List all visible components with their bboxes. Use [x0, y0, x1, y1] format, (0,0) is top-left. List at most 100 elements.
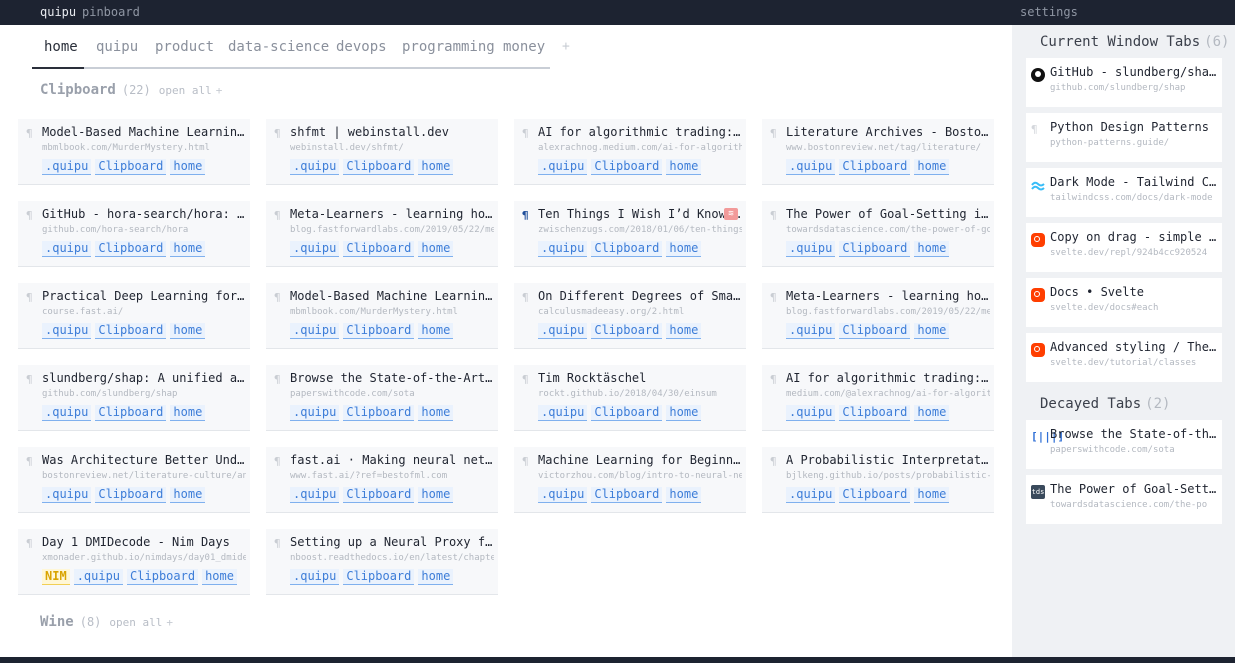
- tag-chip[interactable]: Clipboard: [591, 405, 663, 421]
- tag-chip[interactable]: .quipu: [290, 487, 340, 503]
- tag-chip[interactable]: home: [666, 405, 702, 421]
- tag-chip[interactable]: Clipboard: [839, 323, 911, 339]
- tab-card-title[interactable]: Python Design Patterns: [1050, 120, 1218, 134]
- card-title[interactable]: Literature Archives - Boston Review: [786, 125, 990, 139]
- bookmark-card[interactable]: ¶ The Power of Goal-Setting in Data Scien…: [762, 201, 994, 267]
- tab-data-science[interactable]: data-science: [228, 39, 329, 55]
- tag-chip[interactable]: Clipboard: [591, 323, 663, 339]
- tab-card-title[interactable]: Docs • Svelte: [1050, 285, 1218, 299]
- app-brand[interactable]: quipu: [40, 5, 76, 19]
- tag-chip[interactable]: .quipu: [290, 569, 340, 585]
- tag-chip[interactable]: home: [914, 323, 950, 339]
- card-title[interactable]: Model-Based Machine Learning (Early acce…: [290, 289, 494, 303]
- card-title[interactable]: slundberg/shap: A unified approach to ex…: [42, 371, 246, 385]
- add-tab-button[interactable]: +: [562, 39, 570, 54]
- tag-chip[interactable]: .quipu: [538, 159, 588, 175]
- bookmark-card[interactable]: ¶ AI for algorithmic trading: 7 mistakes m…: [762, 365, 994, 431]
- tag-chip[interactable]: home: [914, 487, 950, 503]
- bookmark-card[interactable]: ¶ Was Architecture Better Under Socialism…: [18, 447, 250, 513]
- tab-card[interactable]: Docs • Svelte svelte.dev/docs#each: [1026, 278, 1222, 327]
- tag-chip[interactable]: Clipboard: [95, 323, 167, 339]
- card-title[interactable]: Meta-Learners - learning how to learn: [786, 289, 990, 303]
- bookmark-card[interactable]: ¶ Literature Archives - Boston Review www.…: [762, 119, 994, 185]
- tag-chip[interactable]: home: [914, 159, 950, 175]
- tag-chip[interactable]: .quipu: [42, 241, 92, 257]
- bookmark-card[interactable]: ¶ Setting up a Neural Proxy for Elasticse…: [266, 529, 498, 595]
- tag-chip[interactable]: home: [418, 405, 454, 421]
- tag-chip[interactable]: Clipboard: [839, 159, 911, 175]
- settings-link[interactable]: settings: [1020, 5, 1078, 19]
- bookmark-card[interactable]: ¶ On Different Degrees of Smallness calcul…: [514, 283, 746, 349]
- bookmark-card[interactable]: ¶ GitHub - hora-search/hora: 🚀 efficient g…: [18, 201, 250, 267]
- bookmark-card[interactable]: ¶ Tim Rocktäschel rockt.github.io/2018/04/…: [514, 365, 746, 431]
- tag-chip[interactable]: .quipu: [786, 241, 836, 257]
- tag-chip[interactable]: home: [418, 323, 454, 339]
- card-title[interactable]: shfmt | webinstall.dev: [290, 125, 494, 139]
- card-title[interactable]: fast.ai · Making neural nets uncool agai…: [290, 453, 494, 467]
- tab-card[interactable]: Advanced styling / The class svelte.dev/t…: [1026, 333, 1222, 382]
- bookmark-card[interactable]: ¶ A Probabilistic Interpretation of Regul…: [762, 447, 994, 513]
- card-title[interactable]: On Different Degrees of Smallness: [538, 289, 742, 303]
- tag-chip[interactable]: home: [914, 405, 950, 421]
- bookmark-card[interactable]: ¶ fast.ai · Making neural nets uncool aga…: [266, 447, 498, 513]
- bookmark-card[interactable]: ¶ shfmt | webinstall.dev webinstall.dev/sh…: [266, 119, 498, 185]
- tag-chip[interactable]: Clipboard: [95, 405, 167, 421]
- bookmark-card[interactable]: ¶ Meta-Learners - learning how to learn bl…: [762, 283, 994, 349]
- tag-chip[interactable]: Clipboard: [127, 569, 199, 585]
- bookmark-card[interactable]: ¶ Browse the State-of-the-Art in Machine …: [266, 365, 498, 431]
- bookmark-card[interactable]: ¶ Meta-Learners - learning how to learn bl…: [266, 201, 498, 267]
- tab-product[interactable]: product: [155, 39, 214, 55]
- tab-card[interactable]: [|||]Browse the State-of-the-Art paperswi…: [1026, 420, 1222, 469]
- tag-chip[interactable]: Clipboard: [591, 241, 663, 257]
- tab-card-title[interactable]: Dark Mode - Tailwind CSS: [1050, 175, 1218, 189]
- tag-chip[interactable]: .quipu: [42, 487, 92, 503]
- bookmark-card[interactable]: ¶ AI for algorithmic trading: 7 mistakes a…: [514, 119, 746, 185]
- card-title[interactable]: AI for algorithmic trading: 7 mistakes: [538, 125, 742, 139]
- open-all-button[interactable]: open all: [109, 616, 162, 629]
- tag-chip[interactable]: NIM: [42, 569, 70, 585]
- tab-card-title[interactable]: Copy on drag - simple and easy: [1050, 230, 1218, 244]
- tag-chip[interactable]: home: [666, 159, 702, 175]
- tag-chip[interactable]: home: [418, 569, 454, 585]
- tag-chip[interactable]: home: [418, 159, 454, 175]
- tab-quipu[interactable]: quipu: [96, 39, 138, 55]
- card-title[interactable]: Day 1 DMIDecode - Nim Days: [42, 535, 246, 549]
- tag-chip[interactable]: .quipu: [73, 569, 124, 585]
- tag-chip[interactable]: Clipboard: [343, 159, 415, 175]
- tag-chip[interactable]: Clipboard: [95, 241, 167, 257]
- bookmark-card[interactable]: ¶ Model-Based Machine Learning (Early acc…: [266, 283, 498, 349]
- tag-chip[interactable]: .quipu: [786, 159, 836, 175]
- tag-chip[interactable]: home: [666, 487, 702, 503]
- tag-chip[interactable]: .quipu: [290, 405, 340, 421]
- card-title[interactable]: Tim Rocktäschel: [538, 371, 742, 385]
- tag-chip[interactable]: home: [170, 241, 206, 257]
- tab-card-title[interactable]: Browse the State-of-the-Art: [1050, 427, 1218, 441]
- card-title[interactable]: Ten Things I Wish I’d Known About bash: [538, 207, 742, 221]
- tab-card[interactable]: Copy on drag - simple and easy svelte.dev…: [1026, 223, 1222, 272]
- tag-chip[interactable]: home: [170, 487, 206, 503]
- tab-card[interactable]: tds The Power of Goal-Setting in towardsda…: [1026, 475, 1222, 524]
- tag-chip[interactable]: Clipboard: [839, 487, 911, 503]
- tag-chip[interactable]: Clipboard: [839, 241, 911, 257]
- bookmark-card[interactable]: ¶ Model-Based Machine Learning (Early acc…: [18, 119, 250, 185]
- tab-home[interactable]: home: [44, 39, 78, 55]
- tag-chip[interactable]: Clipboard: [343, 569, 415, 585]
- tag-chip[interactable]: home: [202, 569, 237, 585]
- tag-chip[interactable]: home: [666, 241, 702, 257]
- tab-card-title[interactable]: The Power of Goal-Setting in: [1050, 482, 1218, 496]
- tag-chip[interactable]: Clipboard: [343, 323, 415, 339]
- tag-chip[interactable]: .quipu: [786, 487, 836, 503]
- card-title[interactable]: GitHub - hora-search/hora: 🚀 efficient: [42, 207, 246, 221]
- tag-chip[interactable]: .quipu: [786, 405, 836, 421]
- tag-chip[interactable]: .quipu: [290, 323, 340, 339]
- bookmark-card[interactable]: ¶ Practical Deep Learning for Coders cours…: [18, 283, 250, 349]
- tag-chip[interactable]: home: [914, 241, 950, 257]
- tag-chip[interactable]: home: [418, 241, 454, 257]
- bookmark-card[interactable]: ¶ Day 1 DMIDecode - Nim Days xmonader.gith…: [18, 529, 250, 595]
- tag-chip[interactable]: home: [170, 323, 206, 339]
- tag-chip[interactable]: .quipu: [42, 405, 92, 421]
- bookmark-card[interactable]: ¶ Ten Things I Wish I’d Known About bash z…: [514, 201, 746, 267]
- card-title[interactable]: The Power of Goal-Setting in Data Scienc…: [786, 207, 990, 221]
- tag-chip[interactable]: .quipu: [290, 159, 340, 175]
- card-title[interactable]: Model-Based Machine Learning (Early acce…: [42, 125, 246, 139]
